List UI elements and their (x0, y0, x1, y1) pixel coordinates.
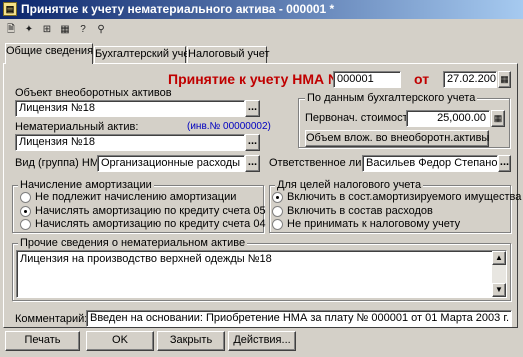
calendar-icon: ▦ (500, 74, 509, 84)
tax-exclude-label[interactable]: Не принимать к налоговому учету (287, 218, 460, 231)
document-heading: Принятие к учету НМА № (168, 71, 344, 87)
intangible-label: Нематериальный актив: (15, 121, 139, 133)
notes-textarea[interactable]: Лицензия на производство верхней одежды … (16, 250, 507, 298)
amortization-05-label[interactable]: Начислять амортизацию по кредиту счета 0… (35, 205, 266, 218)
tax-include-expenses-radio[interactable] (272, 206, 283, 217)
cost-field[interactable]: 25,000.00 (406, 110, 490, 127)
document-date-field[interactable]: 27.02.2003 (443, 71, 497, 88)
amortization-04-radio[interactable] (20, 219, 31, 230)
responsible-label: Ответственное лицо: (269, 157, 377, 169)
title-bar: ▤ Принятие к учету нематериального актив… (0, 0, 523, 19)
move-icon[interactable]: ✦ (21, 22, 37, 38)
print-button[interactable]: Печать (5, 331, 80, 351)
scroll-down-button[interactable]: ▼ (492, 283, 506, 297)
window-title: Принятие к учету нематериального актива … (21, 2, 335, 16)
asset-object-label: Объект внеоборотных активов (15, 87, 172, 99)
cost-label: Первонач. стоимость: (305, 112, 417, 124)
tax-legend: Для целей налогового учета (275, 179, 424, 191)
document-number-field[interactable]: 000001 (333, 71, 401, 88)
notes-scrollbar[interactable]: ▲ ▼ (492, 251, 506, 297)
actions-button[interactable]: Действия... (228, 331, 296, 351)
kind-label: Вид (группа) НМА: (15, 157, 110, 169)
close-button[interactable]: Закрыть (157, 331, 225, 351)
amortization-05-radio[interactable] (20, 206, 31, 217)
tax-include-expenses-label[interactable]: Включить в состав расходов (287, 205, 433, 218)
arrow-down-icon: ▼ (495, 285, 503, 294)
tab-general[interactable]: Общие сведения (5, 43, 93, 64)
notes-legend: Прочие сведения о нематериальном активе (18, 237, 248, 249)
intangible-field[interactable]: Лицензия №18 (15, 134, 245, 151)
responsible-select-button[interactable]: ... (498, 155, 511, 172)
help-icon[interactable]: ? (75, 22, 91, 38)
investment-volume-button[interactable]: Объем влож. во внеоборотн.активы (305, 130, 489, 147)
amortization-none-radio[interactable] (20, 192, 31, 203)
arrow-up-icon: ▲ (495, 253, 503, 262)
comment-field[interactable]: Введен на основании: Приобретение НМА за… (86, 310, 512, 327)
calendar-button[interactable]: ▦ (498, 71, 511, 88)
table-icon[interactable]: ▦ (57, 22, 73, 38)
tab-tax[interactable]: Налоговый учет (187, 46, 270, 63)
asset-object-select-button[interactable]: ... (245, 100, 260, 117)
notes-text: Лицензия на производство верхней одежды … (20, 253, 272, 265)
comment-label: Комментарий: (15, 313, 88, 325)
ok-button[interactable]: OK (86, 331, 154, 351)
tab-accounting[interactable]: Бухгалтерский учет (94, 46, 194, 63)
inventory-number: (инв.№ 00000002) (187, 121, 271, 132)
amortization-none-label[interactable]: Не подлежит начислению амортизации (35, 191, 236, 204)
scroll-up-button[interactable]: ▲ (492, 251, 506, 265)
amortization-04-label[interactable]: Начислять амортизацию по кредиту счета 0… (35, 218, 266, 231)
tax-include-amortizable-label[interactable]: Включить в сост.амортизируемого имуществ… (287, 191, 521, 204)
tax-exclude-radio[interactable] (272, 219, 283, 230)
responsible-field[interactable]: Васильев Федор Степанович (362, 155, 498, 172)
document-icon: ▤ (3, 2, 17, 16)
tree-icon[interactable]: ⊞ (39, 22, 55, 38)
kind-field[interactable]: Организационные расходы (97, 155, 245, 172)
amortization-legend: Начисление амортизации (18, 179, 154, 191)
asset-object-field[interactable]: Лицензия №18 (15, 100, 245, 117)
calculator-icon: ▦ (493, 113, 503, 123)
date-from-label: от (414, 71, 430, 87)
calculator-button[interactable]: ▦ (491, 110, 505, 127)
tax-include-amortizable-radio[interactable] (272, 192, 283, 203)
intangible-select-button[interactable]: ... (245, 134, 260, 151)
doc-icon[interactable]: 🗎 (3, 22, 19, 38)
accounting-legend: По данным бухгалтерского учета (305, 92, 478, 104)
kind-select-button[interactable]: ... (245, 155, 260, 172)
pin-icon[interactable]: ⚲ (93, 22, 109, 38)
